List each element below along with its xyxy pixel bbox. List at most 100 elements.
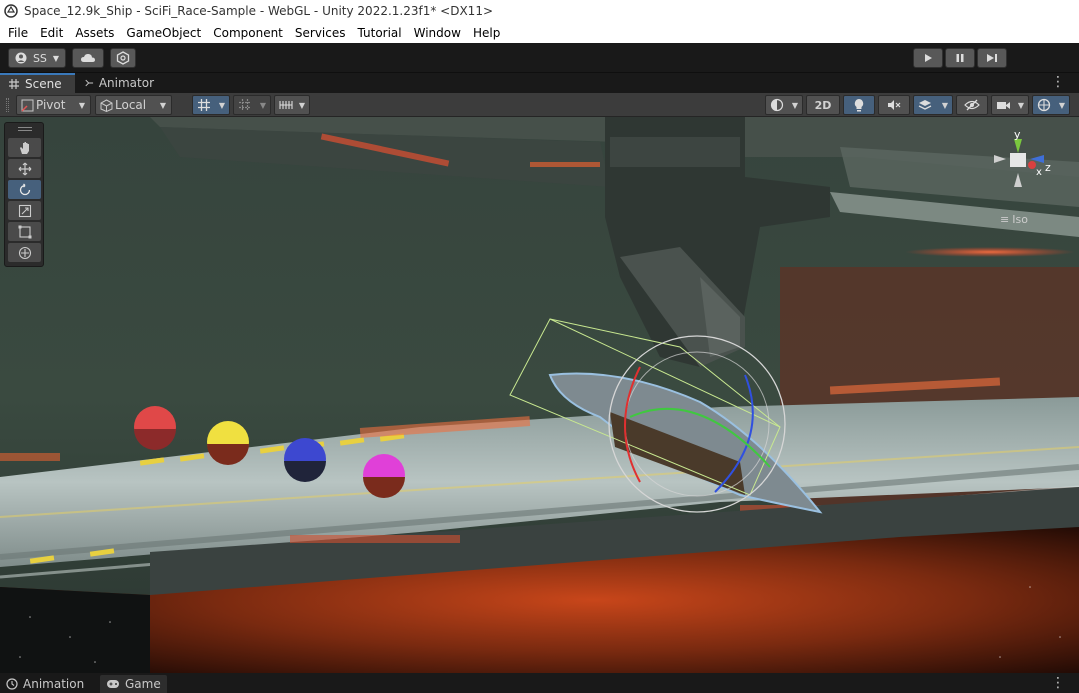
visibility-toggle[interactable] (956, 95, 988, 115)
title-bar: Space_12.9k_Ship - SciFi_Race-Sample - W… (0, 0, 1079, 22)
rect-transform-icon (18, 225, 31, 238)
tab-game[interactable]: Game (100, 675, 167, 693)
shading-mode-dropdown[interactable]: ▼ (765, 95, 803, 115)
chevron-down-icon: ▼ (78, 100, 85, 110)
tab-animation[interactable]: Animation (0, 675, 90, 693)
gizmos-dropdown[interactable]: ▼ (1032, 95, 1070, 115)
tab-animator-label: Animator (98, 76, 154, 90)
menu-tutorial[interactable]: Tutorial (352, 26, 408, 40)
tab-scene[interactable]: Scene (0, 73, 75, 93)
2d-label: 2D (814, 98, 832, 112)
hand-icon (19, 141, 29, 154)
rotate-icon (19, 183, 30, 195)
effects-dropdown[interactable]: ▼ (913, 95, 953, 115)
increment-snap-toggle[interactable]: ▼ (233, 95, 271, 115)
clock-icon (6, 678, 18, 690)
ruler-icon (279, 101, 293, 109)
tab-game-label: Game (125, 677, 161, 691)
grid-snap-icon (198, 99, 210, 111)
projection-toggle[interactable]: ≡ Iso (1000, 213, 1028, 226)
gizmo-icon (1037, 98, 1051, 112)
scale-tool-button[interactable] (8, 201, 41, 220)
move-tool-button[interactable] (8, 159, 41, 178)
scene-toolbar: Pivot ▼ Local ▼ ▼ ▼ ▼ ▼ 2D ▼ ▼ ▼ (0, 93, 1079, 117)
rect-tool-button[interactable] (8, 222, 41, 241)
transform-tool-button[interactable] (8, 243, 41, 262)
chevron-down-icon: ▼ (259, 100, 266, 110)
chevron-down-icon: ▼ (791, 100, 798, 110)
audio-toggle[interactable] (878, 95, 910, 115)
step-button[interactable] (977, 48, 1007, 68)
camera-dropdown[interactable]: ▼ (991, 95, 1029, 115)
play-button[interactable] (913, 48, 943, 68)
projection-label: Iso (1012, 213, 1028, 226)
layers-icon (918, 100, 932, 110)
chevron-down-icon: ▼ (1058, 100, 1065, 110)
lightbulb-icon (854, 99, 864, 112)
account-icon (15, 52, 27, 64)
bottom-tab-bar: Animation Game ⋮ (0, 673, 1079, 693)
menu-window[interactable]: Window (408, 26, 467, 40)
more-options-icon[interactable]: ⋮ (1051, 676, 1065, 690)
menu-file[interactable]: File (2, 26, 34, 40)
grid-snapping-toggle[interactable]: ▼ (192, 95, 230, 115)
chevron-down-icon: ▼ (52, 53, 60, 63)
pivot-icon (21, 99, 34, 112)
chevron-down-icon: ▼ (298, 100, 305, 110)
cloud-icon (81, 53, 95, 62)
menu-services[interactable]: Services (289, 26, 352, 40)
tab-animator[interactable]: Animator (77, 73, 162, 93)
play-icon (925, 54, 932, 62)
gizmo-z-label: z (1045, 161, 1051, 174)
eye-slash-icon (964, 99, 980, 111)
step-icon (987, 54, 997, 62)
menu-edit[interactable]: Edit (34, 26, 69, 40)
tool-palette (4, 122, 44, 267)
menu-gameobject[interactable]: GameObject (120, 26, 207, 40)
account-dropdown[interactable]: SS ▼ (8, 48, 66, 68)
camera-icon (997, 101, 1010, 109)
menu-lines-icon: ≡ (1000, 213, 1010, 226)
2d-toggle[interactable]: 2D (806, 95, 840, 115)
cloud-button[interactable] (72, 48, 104, 68)
rotate-tool-button[interactable] (8, 180, 41, 199)
hand-tool-button[interactable] (8, 138, 41, 157)
mute-icon (888, 100, 901, 110)
gamepad-icon (107, 680, 119, 688)
chevron-down-icon: ▼ (1017, 100, 1024, 110)
local-label: Local (115, 98, 147, 112)
chevron-down-icon: ▼ (159, 100, 166, 110)
drag-handle[interactable] (6, 98, 9, 112)
lighting-toggle[interactable] (843, 95, 875, 115)
menu-assets[interactable]: Assets (69, 26, 120, 40)
scale-icon (18, 204, 31, 217)
gizmo-x-label: x (1036, 167, 1042, 178)
window-title: Space_12.9k_Ship - SciFi_Race-Sample - W… (24, 4, 494, 18)
pause-icon (956, 54, 964, 62)
move-icon (18, 162, 31, 175)
main-toolbar: SS ▼ (0, 43, 1079, 73)
palette-handle[interactable] (18, 127, 32, 131)
window-tab-bar: Scene Animator ⋮ (0, 73, 1079, 93)
pause-button[interactable] (945, 48, 975, 68)
account-label: SS (32, 51, 47, 65)
pivot-dropdown[interactable]: Pivot ▼ (16, 95, 91, 115)
grid-icon (9, 79, 19, 89)
menu-component[interactable]: Component (207, 26, 289, 40)
collab-button[interactable] (110, 48, 136, 68)
animator-icon (85, 79, 94, 87)
scene-render (0, 117, 1079, 673)
tab-scene-label: Scene (25, 77, 62, 91)
chevron-down-icon: ▼ (218, 100, 225, 110)
pivot-label: Pivot (36, 98, 66, 112)
chevron-down-icon: ▼ (941, 100, 948, 110)
menu-help[interactable]: Help (467, 26, 506, 40)
more-options-icon[interactable]: ⋮ (1051, 75, 1065, 89)
snap-increment-icon (239, 99, 251, 111)
scene-viewport[interactable]: y z x ≡ Iso (0, 117, 1079, 673)
local-dropdown[interactable]: Local ▼ (95, 95, 172, 115)
unity-logo-icon (4, 4, 18, 18)
cube-icon (100, 98, 113, 112)
shading-icon (770, 98, 784, 112)
ruler-dropdown[interactable]: ▼ (274, 95, 310, 115)
